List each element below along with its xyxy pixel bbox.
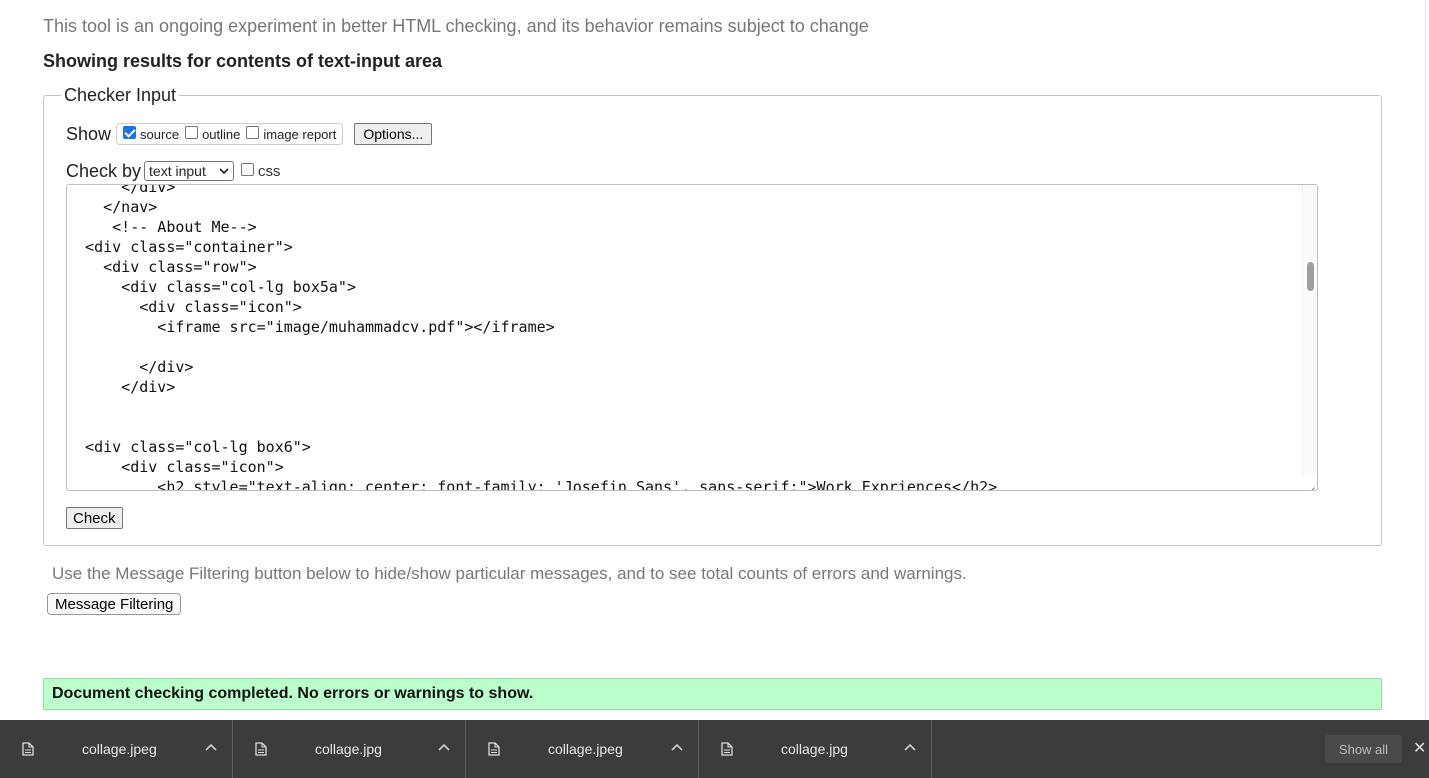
code-line: <div class="row"> [67, 258, 257, 276]
chevron-up-icon[interactable] [671, 743, 683, 751]
message-filtering-note: Use the Message Filtering button below t… [52, 564, 967, 583]
close-icon[interactable]: ✕ [1413, 741, 1426, 757]
chevron-down-icon [219, 167, 229, 174]
code-line: <div class="icon"> [67, 458, 284, 476]
outline-checkbox[interactable] [185, 125, 199, 139]
check-by-select[interactable]: text input [144, 161, 235, 181]
code-line: <div class="col-lg box5a"> [67, 278, 356, 296]
show-all-button[interactable]: Show all [1325, 735, 1402, 763]
code-line: </div> [67, 358, 194, 376]
download-filename: collage.jpg [781, 741, 848, 757]
download-filename: collage.jpeg [82, 741, 157, 757]
code-line: <div class="col-lg box6"> [67, 438, 311, 456]
message-filtering-button[interactable]: Message Filtering [47, 593, 182, 615]
image-report-checkbox[interactable] [246, 125, 260, 139]
code-line: <iframe src="image/muhammadcv.pdf"></ifr… [67, 318, 555, 336]
file-icon [721, 742, 733, 756]
code-line: <div class="icon"> [67, 298, 302, 316]
check-button[interactable]: Check [66, 507, 123, 529]
downloads-bar: collage.jpeg collage.jpg collage.jpeg co… [0, 720, 1429, 778]
source-checkbox[interactable] [123, 125, 137, 139]
download-filename: collage.jpg [315, 741, 382, 757]
code-line: </div> [67, 378, 176, 396]
download-item[interactable]: collage.jpg [233, 720, 466, 778]
chevron-up-icon[interactable] [904, 743, 916, 751]
code-line: </div> [67, 184, 176, 196]
download-item[interactable]: collage.jpg [699, 720, 932, 778]
checker-input-legend: Checker Input [64, 85, 177, 105]
check-by-label: Check by [66, 160, 142, 181]
experiment-notice: This tool is an ongoing experiment in be… [43, 16, 869, 36]
options-button[interactable]: Options... [354, 123, 433, 145]
code-line: </nav> [67, 198, 158, 216]
show-source-option[interactable]: source [123, 125, 180, 142]
source-code: </div> </nav> <!-- About Me--> <div clas… [67, 184, 1301, 491]
outline-label: outline [202, 126, 241, 142]
textarea-scrollbar[interactable] [1302, 185, 1317, 476]
file-icon [22, 742, 34, 756]
show-label: Show [66, 123, 112, 144]
download-item[interactable]: collage.jpeg [466, 720, 699, 778]
code-line: <!-- About Me--> [67, 218, 257, 236]
success-message: Document checking completed. No errors o… [43, 678, 1382, 710]
check-by-selected-value: text input [149, 163, 206, 179]
chevron-up-icon[interactable] [205, 743, 217, 751]
download-item[interactable]: collage.jpeg [0, 720, 233, 778]
file-icon [488, 742, 500, 756]
download-filename: collage.jpeg [548, 741, 623, 757]
image-report-label: image report [263, 126, 337, 142]
css-option[interactable]: css [241, 162, 281, 180]
code-line: <div class="container"> [67, 238, 293, 256]
chevron-up-icon[interactable] [438, 743, 450, 751]
code-line: <h2 style="text-align: center; font-fami… [67, 478, 998, 491]
resize-handle-icon[interactable] [1306, 479, 1315, 488]
source-label: source [140, 126, 180, 142]
show-row: Show source outline image report Options… [66, 121, 433, 147]
show-image-report-option[interactable]: image report [246, 125, 337, 142]
css-checkbox[interactable] [241, 162, 255, 176]
show-outline-option[interactable]: outline [185, 125, 241, 142]
show-options-group: source outline image report [116, 123, 344, 145]
results-heading: Showing results for contents of text-inp… [43, 51, 443, 71]
page-right-border [1425, 0, 1426, 720]
file-icon [255, 742, 267, 756]
source-textarea[interactable]: </div> </nav> <!-- About Me--> <div clas… [66, 184, 1318, 491]
scrollbar-thumb[interactable] [1307, 262, 1314, 291]
check-by-row: Check by text input css [66, 159, 281, 183]
css-label: css [258, 162, 281, 180]
